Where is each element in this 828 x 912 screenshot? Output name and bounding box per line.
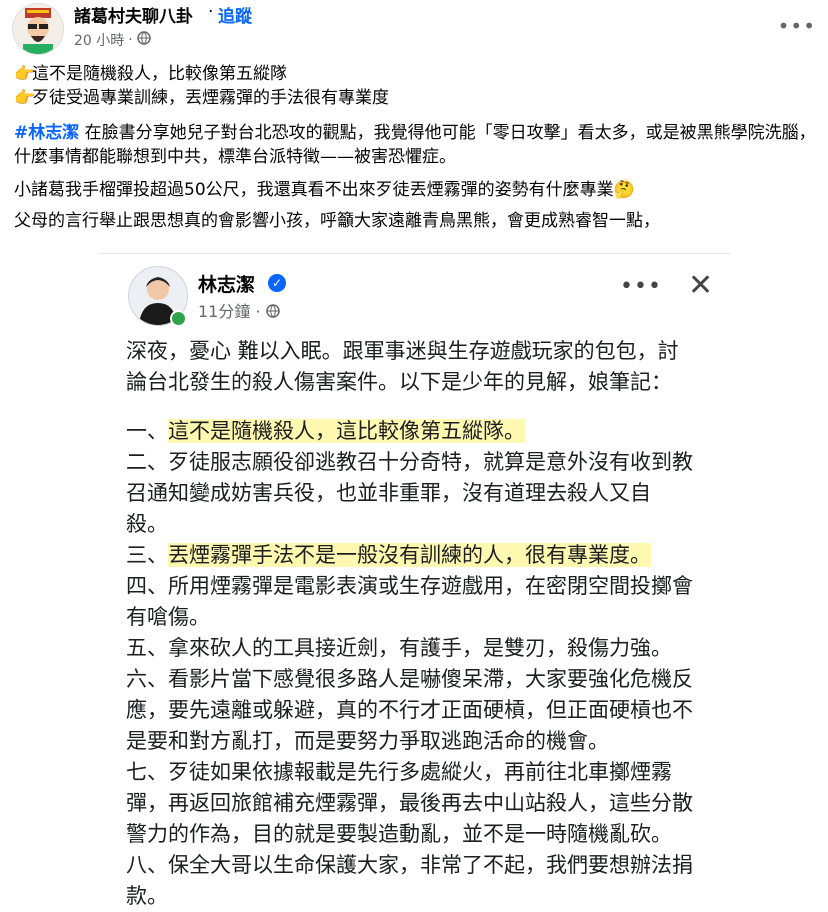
embedded-point-7b: 彈，再返回旅館補充煙霧彈，最後再去中山站殺人，這些分散 bbox=[126, 791, 693, 815]
globe-icon bbox=[136, 31, 151, 49]
post-line-2: 👉歹徒受過專業訓練，丟煙霧彈的手法很有專業度 bbox=[14, 86, 819, 110]
embedded-point-2a: 二、歹徒服志願役卻逃教召十分奇特，就算是意外沒有收到教 bbox=[126, 450, 693, 474]
embedded-time: 11分鐘 bbox=[198, 302, 251, 321]
embedded-screenshot[interactable]: 林志潔 ✓ 11分鐘 · ••• ✕ 深夜，憂心 難以入眠。跟軍事迷與生存遊戲玩… bbox=[98, 253, 730, 908]
embedded-body: 深夜，憂心 難以入眠。跟軍事迷與生存遊戲玩家的包包，討 論台北發生的殺人傷害案件… bbox=[126, 336, 726, 912]
post-paragraph-2: 小諸葛我手榴彈投超過50公尺，我還真看不出來歹徒丟煙霧彈的姿勢有什麼專業🤔 bbox=[14, 178, 819, 202]
embedded-point-6b: 應，要先遠離或躲避，真的不行才正面硬槓，但正面硬槓也不 bbox=[126, 698, 693, 722]
embedded-point-7c: 警力的作為，目的就是要製造動亂，並不是一時隨機亂砍。 bbox=[126, 822, 672, 846]
thinking-face-icon: 🤔 bbox=[613, 180, 635, 200]
embedded-point-8b: 款。 bbox=[126, 884, 168, 908]
embedded-point-6a: 六、看影片當下感覺很多路人是嚇傻呆滯，大家要強化危機反 bbox=[126, 667, 693, 691]
embedded-point-3: 三、丟煙霧彈手法不是一般沒有訓練的人，很有專業度。 bbox=[126, 540, 726, 571]
meta-separator: · bbox=[128, 32, 133, 48]
more-horizontal-icon: ••• bbox=[620, 274, 662, 299]
post-paragraph-2-text: 小諸葛我手榴彈投超過50公尺，我還真看不出來歹徒丟煙霧彈的姿勢有什麼專業 bbox=[14, 180, 614, 200]
pointing-hand-icon: 👉 bbox=[14, 64, 36, 84]
point-3-prefix: 三、 bbox=[126, 543, 168, 567]
pointing-hand-icon: 👉 bbox=[14, 88, 36, 108]
embedded-point-1: 一、這不是隨機殺人，這比較像第五縱隊。 bbox=[126, 416, 726, 447]
post-header: 諸葛村夫聊八卦 · 追蹤 20 小時 · ••• bbox=[0, 0, 828, 56]
globe-icon bbox=[265, 302, 280, 321]
close-icon: ✕ bbox=[688, 268, 714, 303]
hashtag-link[interactable]: #林志潔 bbox=[14, 123, 79, 143]
embedded-point-4a: 四、所用煙霧彈是電影表演或生存遊戲用，在密閉空間投擲會 bbox=[126, 574, 693, 598]
embedded-author-name: 林志潔 bbox=[198, 274, 256, 296]
post-paragraph-3: 父母的言行舉止跟思想真的會影響小孩，呼籲大家遠離青鳥黑熊，會更成熟睿智一點， bbox=[14, 211, 660, 231]
post-text: 👉這不是隨機殺人，比較像第五縱隊 👉歹徒受過專業訓練，丟煙霧彈的手法很有專業度 … bbox=[14, 62, 819, 233]
embedded-meta-separator: · bbox=[255, 302, 261, 321]
online-status-dot bbox=[170, 310, 187, 327]
verified-badge-icon: ✓ bbox=[268, 274, 286, 292]
post-paragraph-1: #林志潔 在臉書分享她兒子對台北恐攻的觀點，我覺得他可能「零日攻擊」看太多，或是… bbox=[14, 121, 819, 169]
post-line-1: 👉這不是隨機殺人，比較像第五縱隊 bbox=[14, 62, 819, 86]
more-horizontal-icon: ••• bbox=[777, 14, 816, 38]
embedded-intro-1: 深夜，憂心 難以入眠。跟軍事迷與生存遊戲玩家的包包，討 bbox=[126, 339, 679, 363]
embedded-intro-2: 論台北發生的殺人傷害案件。以下是少年的見解，娘筆記： bbox=[126, 370, 672, 394]
embedded-meta: 11分鐘 · bbox=[198, 298, 280, 322]
embedded-point-2c: 殺。 bbox=[126, 512, 168, 536]
point-1-prefix: 一、 bbox=[126, 419, 168, 443]
embedded-point-2b: 召通知變成妨害兵役，也並非重罪，沒有道理去殺人又自 bbox=[126, 481, 651, 505]
post-time[interactable]: 20 小時 bbox=[74, 30, 124, 50]
page-avatar[interactable] bbox=[12, 3, 64, 55]
post-line-2-text: 歹徒受過專業訓練，丟煙霧彈的手法很有專業度 bbox=[32, 88, 389, 108]
separator-dot: · bbox=[208, 2, 214, 22]
more-options-button[interactable]: ••• bbox=[778, 14, 816, 38]
embedded-point-5: 五、拿來砍人的工具接近劍，有護手，是雙刃，殺傷力強。 bbox=[126, 636, 672, 660]
author-name[interactable]: 諸葛村夫聊八卦 bbox=[74, 2, 193, 27]
highlighted-text: 丟煙霧彈手法不是一般沒有訓練的人，很有專業度。 bbox=[168, 543, 651, 567]
embedded-point-4b: 有嗆傷。 bbox=[126, 605, 210, 629]
embedded-point-6c: 是要和對方亂打，而是要努力爭取逃跑活命的機會。 bbox=[126, 729, 609, 753]
post-line-1-text: 這不是隨機殺人，比較像第五縱隊 bbox=[32, 64, 287, 84]
embedded-point-8a: 八、保全大哥以生命保護大家，非常了不起，我們要想辦法捐 bbox=[126, 853, 693, 877]
highlighted-text: 這不是隨機殺人，這比較像第五縱隊。 bbox=[168, 419, 525, 443]
post-paragraph-1-text: 在臉書分享她兒子對台北恐攻的觀點，我覺得他可能「零日攻擊」看太多，或是被黑熊學院… bbox=[14, 123, 816, 167]
embedded-point-7a: 七、歹徒如果依據報載是先行多處縱火，再前往北車擲煙霧 bbox=[126, 760, 672, 784]
follow-button[interactable]: 追蹤 bbox=[218, 2, 252, 27]
post-meta: 20 小時 · bbox=[74, 30, 151, 50]
